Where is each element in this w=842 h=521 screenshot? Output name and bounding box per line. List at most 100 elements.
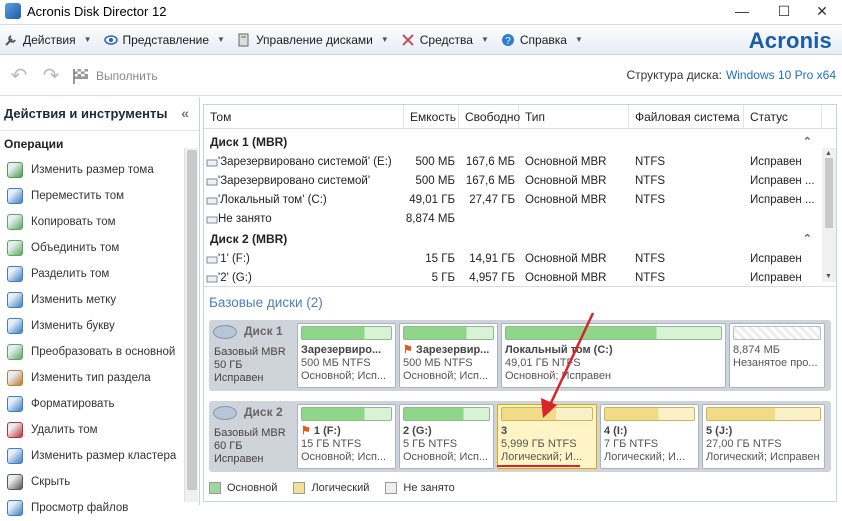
- partition-block[interactable]: Локальный том (C:) 49,01 ГБ NTFS Основной;…: [501, 323, 726, 388]
- operation-icon: [7, 422, 23, 438]
- table-row[interactable]: '1' (F:) 15 ГБ 14,91 ГБ Основной MBR NTFS Исп…: [204, 250, 822, 269]
- menu-label: Представление: [122, 32, 210, 47]
- col-header-capacity[interactable]: Емкость: [404, 105, 459, 129]
- cell-free: 14,91 ГБ: [469, 253, 515, 265]
- cell-cap: 500 МБ: [415, 175, 455, 187]
- partition-block[interactable]: 8,874 МБ Незанятое про...: [729, 323, 825, 388]
- menu-label: Средства: [419, 32, 473, 47]
- table-scrollbar[interactable]: ▲ ▼: [822, 148, 836, 282]
- table-row[interactable]: Не занято 8,874 МБ: [204, 210, 822, 229]
- partition-name: 2 (G:): [403, 425, 490, 438]
- disk-info: Диск 1 Базовый MBR 50 ГБ Исправен: [209, 320, 293, 391]
- disk-group-header[interactable]: Диск 2 (MBR) ⌃: [204, 230, 822, 248]
- actions-panel-title: Действия и инструменты: [4, 106, 168, 121]
- menu-tools[interactable]: Средства ▼: [397, 25, 497, 54]
- table-row[interactable]: 'Локальный том' (C:) 49,01 ГБ 27,47 ГБ Осно…: [204, 191, 822, 210]
- col-header-status[interactable]: Статус: [744, 105, 822, 129]
- partition-block[interactable]: 2 (G:) 5 ГБ NTFS Основной; Исп...: [399, 404, 494, 469]
- partition-block[interactable]: Зарезервиро... 500 МБ NTFS Основной; Исп..…: [297, 323, 396, 388]
- maximize-button[interactable]: ☐: [764, 0, 804, 22]
- redo-icon[interactable]: ↷: [38, 63, 64, 89]
- col-header-type[interactable]: Тип: [519, 105, 629, 129]
- partition-size: 500 МБ NTFS: [403, 357, 473, 369]
- partition-info: Основной; Исп...: [403, 370, 489, 382]
- legend-item: Не занято: [385, 482, 455, 494]
- disk-map[interactable]: Диск 1 Базовый MBR 50 ГБ Исправен Зарезервир…: [209, 320, 831, 391]
- operation-label: Копировать том: [31, 216, 116, 228]
- operation-item[interactable]: Объединить том: [0, 235, 199, 261]
- partition-block[interactable]: 5 (J:) 27,00 ГБ NTFS Логический; Исправен: [702, 404, 825, 469]
- scroll-down-icon[interactable]: ▼: [825, 273, 832, 280]
- menu-view[interactable]: Представление ▼: [100, 25, 233, 54]
- disk-group-name: Диск 2 (MBR): [210, 232, 288, 246]
- disk-group-header[interactable]: Диск 1 (MBR) ⌃: [204, 133, 822, 151]
- partition-block[interactable]: ⚑ Зарезервир... 500 МБ NTFS Основной; Исп.…: [399, 323, 498, 388]
- collapse-icon[interactable]: «: [181, 105, 189, 121]
- chevron-down-icon: ▼: [217, 35, 225, 44]
- operation-item[interactable]: Изменить букву: [0, 313, 199, 339]
- operation-icon: [7, 266, 23, 282]
- partition-size: 8,874 МБ: [733, 344, 780, 356]
- volume-icon: [206, 175, 218, 187]
- partition-info: Основной; Исп...: [403, 451, 489, 463]
- collapse-group-icon[interactable]: ⌃: [803, 230, 812, 248]
- checkered-flag-icon[interactable]: [70, 63, 92, 89]
- partition-name: 3: [501, 425, 593, 438]
- operation-item[interactable]: Просмотр файлов: [0, 495, 199, 521]
- partition-info: Основной; Исп...: [301, 451, 387, 463]
- cell-status: Исправен: [750, 253, 802, 265]
- cell-cap: 8,874 МБ: [405, 213, 455, 225]
- operation-icon: [7, 448, 23, 464]
- operation-item[interactable]: Изменить тип раздела: [0, 365, 199, 391]
- collapse-group-icon[interactable]: ⌃: [803, 133, 812, 151]
- legend-item: Логический: [293, 482, 369, 494]
- partition-block[interactable]: 4 (I:) 7 ГБ NTFS Логический; И...: [600, 404, 699, 469]
- operation-item[interactable]: Копировать том: [0, 209, 199, 235]
- minimize-button[interactable]: —: [722, 0, 762, 22]
- disk-map[interactable]: Диск 2 Базовый MBR 60 ГБ Исправен ⚑ 1 (F:) 15…: [209, 401, 831, 472]
- cell-fs: NTFS: [635, 194, 666, 206]
- operation-item[interactable]: Удалить том: [0, 417, 199, 443]
- operation-item[interactable]: Изменить метку: [0, 287, 199, 313]
- operation-item[interactable]: Форматировать: [0, 391, 199, 417]
- chevron-down-icon: ▼: [480, 35, 489, 44]
- operation-label: Изменить размер кластера: [31, 450, 177, 462]
- table-row[interactable]: 'Зарезервировано системой' (E:) 500 МБ 167…: [204, 153, 822, 172]
- col-header-fs[interactable]: Файловая система: [629, 105, 744, 129]
- partition-block[interactable]: ⚑ 1 (F:) 15 ГБ NTFS Основной; Исп...: [297, 404, 396, 469]
- undo-icon[interactable]: ↶: [6, 63, 32, 89]
- partition-name-text: Локальный том (C:): [505, 344, 613, 356]
- operation-item[interactable]: Разделить том: [0, 261, 199, 287]
- operation-item[interactable]: Изменить размер кластера: [0, 443, 199, 469]
- partition-usage-bar: [733, 326, 821, 340]
- menu-label: Управление дисками: [255, 32, 373, 47]
- operation-item[interactable]: Преобразовать в основной: [0, 339, 199, 365]
- basic-disks-title: Базовые диски (2): [209, 295, 323, 310]
- col-header-free[interactable]: Свободно: [459, 105, 520, 129]
- col-header-volume[interactable]: Том: [204, 105, 404, 129]
- partition-usage-bar: [505, 326, 722, 340]
- basic-disks-panel: Базовые диски (2) Диск 1 Базовый MBR 50 ГБ…: [204, 286, 836, 498]
- table-row[interactable]: 'Зарезервировано системой' 500 МБ 167,6 МБ…: [204, 172, 822, 191]
- partition-size: 5 ГБ NTFS: [403, 438, 458, 450]
- partition-block[interactable]: 3 5,999 ГБ NTFS Логический; И...: [497, 404, 597, 469]
- operation-item[interactable]: Изменить размер тома: [0, 157, 199, 183]
- operation-item[interactable]: Скрыть: [0, 469, 199, 495]
- cell-cap: 49,01 ГБ: [409, 194, 455, 206]
- operation-icon: [7, 344, 23, 360]
- close-button[interactable]: ✕: [802, 0, 842, 22]
- partition-info: Незанятое про...: [733, 357, 818, 369]
- menu-disk-management[interactable]: Управление дисками ▼: [233, 25, 397, 54]
- disk-icon: [213, 325, 237, 339]
- run-button[interactable]: Выполнить: [96, 69, 158, 83]
- scroll-up-icon[interactable]: ▲: [825, 150, 832, 157]
- menu-actions[interactable]: Действия ▼: [0, 25, 100, 54]
- partition-usage-bar: [301, 326, 392, 340]
- actions-scrollbar[interactable]: [184, 148, 198, 502]
- volume-icon: [206, 253, 218, 265]
- operation-item[interactable]: Переместить том: [0, 183, 199, 209]
- disk-structure-value[interactable]: Windows 10 Pro x64: [726, 68, 836, 82]
- menu-help[interactable]: ? Справка ▼: [497, 25, 591, 54]
- chevron-down-icon: ▼: [380, 35, 389, 44]
- partition-info: Логический; И...: [501, 451, 583, 463]
